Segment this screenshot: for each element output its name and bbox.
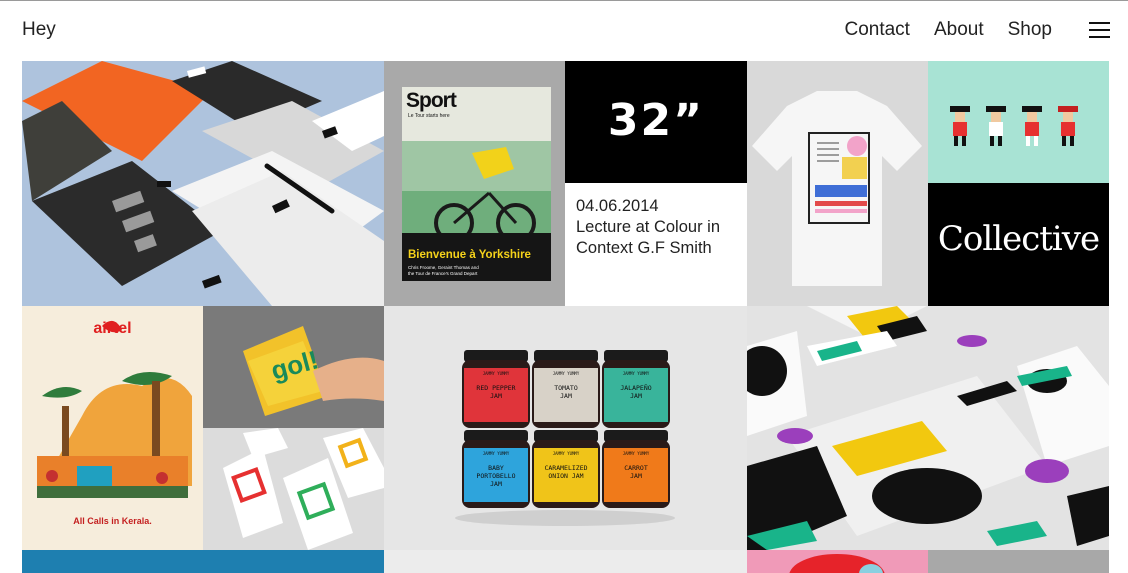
jar-name-line: JAM — [490, 480, 502, 488]
event-title-line-2: Context G.F Smith — [576, 239, 712, 257]
project-tile-geometric[interactable] — [747, 306, 1109, 550]
jar-name-line: PORTOBELLO — [476, 472, 516, 480]
jar-name-line: BABY — [488, 464, 504, 472]
project-tile-row3-4[interactable] — [928, 550, 1109, 573]
airtel-tagline: All Calls in Kerala. — [73, 516, 152, 526]
jar-brand: JAMMY YUMMY — [622, 451, 650, 456]
event-text: 04.06.2014 Lecture at Colour in Context … — [576, 196, 720, 259]
jar-label-text: JAMMY YUMMY CARROT JAM — [604, 450, 668, 480]
jar-name-line: ONION JAM — [548, 472, 584, 480]
project-tile-airtel[interactable]: airtel All Calls in Kerala. — [22, 306, 203, 550]
jar-name-line: JAM — [490, 392, 502, 400]
jar-brand: JAMMY YUMMY — [482, 451, 510, 456]
jar-label-text: JAMMY YUMMY CARAMELIZED ONION JAM — [534, 450, 598, 480]
jar-name-line: CARROT — [624, 464, 648, 472]
project-tile-row3-2[interactable] — [384, 550, 747, 573]
event-title-line-1: Lecture at Colour in — [576, 218, 720, 236]
jar-name-line: JAM — [630, 392, 642, 400]
project-tile-goli[interactable]: gol! — [203, 306, 384, 428]
project-tile-row3-1[interactable] — [22, 550, 384, 573]
jar-label-text: JAMMY YUMMY JALAPEÑO JAM — [604, 370, 668, 400]
characters-image — [928, 61, 1109, 183]
project-tile-row3-3[interactable] — [747, 550, 928, 573]
jar-name-line: CARAMELIZED — [544, 464, 588, 472]
nav-shop[interactable]: Shop — [1008, 19, 1052, 41]
jars-image — [384, 306, 747, 550]
project-tile-jars[interactable]: JAMMY YUMMY RED PEPPER JAM JAMMY YUMMY TOMAT… — [384, 306, 747, 550]
magazine-blurb-1: Chris Froome, Geraint Thomas and — [408, 265, 479, 270]
geometric-boards-image — [747, 306, 1109, 550]
project-tile-characters[interactable] — [928, 61, 1109, 183]
jar-name-line: JAM — [560, 392, 572, 400]
project-tile-magazine[interactable]: Sport Le Tour starts here Bienvenue à Yo… — [384, 61, 565, 306]
nav-contact[interactable]: Contact — [844, 19, 909, 41]
jar-name-line: RED PEPPER — [476, 384, 516, 392]
airtel-logo: airtel — [93, 320, 132, 337]
stationery-image — [22, 61, 384, 306]
event-card[interactable]: 04.06.2014 Lecture at Colour in Context … — [565, 183, 747, 306]
jar-brand: JAMMY YUMMY — [482, 371, 510, 376]
jar-brand: JAMMY YUMMY — [622, 371, 650, 376]
jar-name-line: JALAPEÑO — [620, 384, 652, 392]
hamburger-menu-icon[interactable] — [1089, 22, 1110, 38]
jar-brand: JAMMY YUMMY — [552, 451, 580, 456]
airtel-illustration — [22, 306, 203, 550]
jar-label-text: JAMMY YUMMY BABY PORTOBELLO JAM — [464, 450, 528, 488]
jar-label-text: JAMMY YUMMY RED PEPPER JAM — [464, 370, 528, 400]
magazine-subtitle: Le Tour starts here — [408, 113, 450, 119]
project-tile-agenda[interactable] — [203, 428, 384, 550]
jar-name-line: JAM — [630, 472, 642, 480]
magazine-blurb-2: the Tour de France's Grand Depart — [408, 271, 478, 276]
project-tile-32[interactable]: 32” — [565, 61, 747, 183]
agenda-cards-image — [203, 428, 384, 550]
project-tile-collective[interactable]: Collective — [928, 183, 1109, 306]
magazine-headline: Bienvenue à Yorkshire — [408, 249, 531, 261]
collective-wordmark: Collective — [937, 219, 1100, 259]
numeral-32-logo: 32” — [607, 95, 705, 146]
main-nav: Contact About Shop — [844, 19, 1052, 41]
project-tile-tshirt[interactable] — [747, 61, 928, 306]
jar-brand: JAMMY YUMMY — [552, 371, 580, 376]
project-tile-stationery[interactable] — [22, 61, 384, 306]
tshirt-image — [747, 61, 928, 306]
site-logo[interactable]: Hey — [22, 19, 56, 41]
nav-about[interactable]: About — [934, 19, 984, 41]
event-date: 04.06.2014 — [576, 197, 659, 215]
site-header: Hey Contact About Shop — [0, 1, 1128, 60]
jar-label-text: JAMMY YUMMY TOMATO JAM — [534, 370, 598, 400]
magazine-title: Sport — [406, 89, 457, 112]
jar-name-line: TOMATO — [554, 384, 578, 392]
